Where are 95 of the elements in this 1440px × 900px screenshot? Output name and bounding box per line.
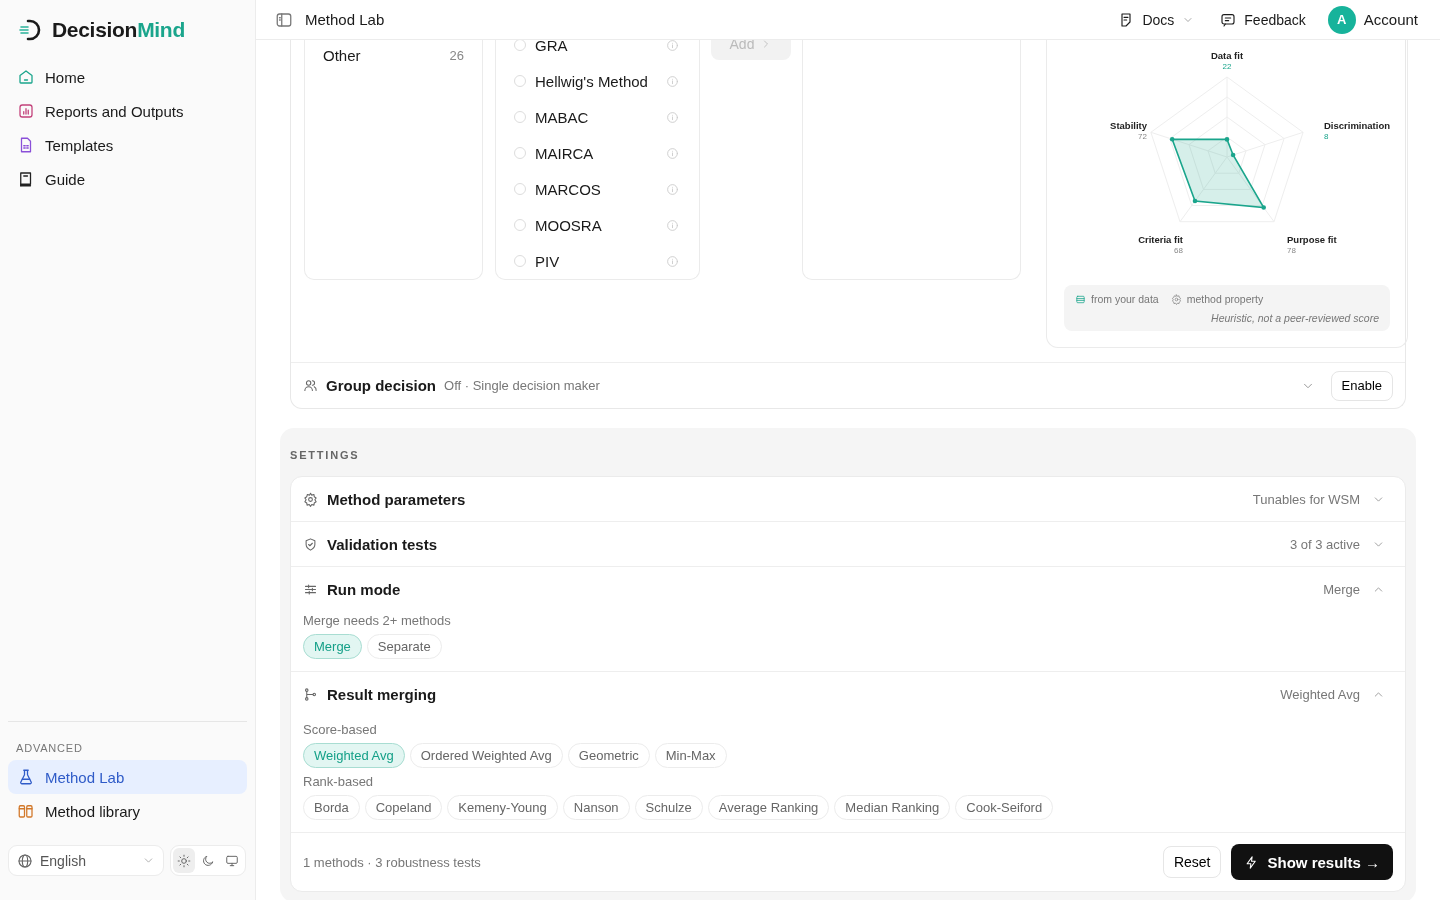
globe-icon xyxy=(17,852,33,869)
section-label: ADVANCED xyxy=(15,742,84,754)
info-icon xyxy=(666,40,679,52)
group-label: Score-based xyxy=(303,722,378,737)
method-name: MAIRCA xyxy=(535,144,595,162)
sun-icon xyxy=(177,853,191,868)
axis-label: Discrimination xyxy=(1324,120,1390,131)
nav-item[interactable]: Reports and Outputs xyxy=(8,94,247,128)
method-name: GRA xyxy=(535,40,569,54)
info-icon xyxy=(666,146,679,160)
reset-button[interactable]: Reset xyxy=(1162,846,1222,878)
option-chip[interactable]: Average Ranking xyxy=(707,795,830,820)
nav-item[interactable]: Method Lab xyxy=(8,760,247,794)
option-chip[interactable]: Kemeny-Young xyxy=(447,795,558,820)
feedback-link[interactable]: Feedback xyxy=(1220,11,1306,28)
category-count: 26 xyxy=(449,47,464,63)
nav-item[interactable]: Method library xyxy=(8,794,247,828)
option-chip[interactable]: Min-Max xyxy=(654,743,727,768)
axis-label: Stability xyxy=(1110,120,1147,131)
status-text: Off · Single decision maker xyxy=(444,378,600,393)
page-title: Method Lab xyxy=(305,11,385,28)
section-title: Run mode xyxy=(327,580,401,598)
monitor-icon xyxy=(225,853,239,868)
accordion-header[interactable]: Validation tests 3 of 3 active xyxy=(291,522,1405,566)
gear-icon xyxy=(1170,293,1182,305)
home-icon xyxy=(17,68,35,86)
section-summary: Weighted Avg xyxy=(1280,686,1360,702)
section-summary: Merge xyxy=(1323,581,1360,597)
users-icon xyxy=(303,378,318,393)
axis-label: Criteria fit xyxy=(1138,234,1183,245)
legend-label: from your data xyxy=(1091,293,1159,305)
section-summary: Tunables for WSM xyxy=(1252,491,1360,507)
chart-icon xyxy=(17,102,35,120)
language-select[interactable]: English xyxy=(8,845,164,876)
brand-name: DecisionMind xyxy=(52,18,185,42)
section-summary: 3 of 3 active xyxy=(1289,536,1360,552)
method-name: MOOSRA xyxy=(535,216,603,234)
info-icon xyxy=(666,254,679,268)
accordion-header[interactable]: Method parameters Tunables for WSM xyxy=(291,477,1405,521)
sun-theme-button[interactable] xyxy=(173,848,195,873)
section-title: Validation tests xyxy=(327,535,438,553)
table-icon xyxy=(1075,293,1086,305)
moon-icon xyxy=(201,853,215,868)
option-chip[interactable]: Schulze xyxy=(634,795,703,820)
axis-value: 78 xyxy=(1287,246,1296,255)
gear-icon xyxy=(303,491,318,507)
account-link[interactable]: Account xyxy=(1363,11,1418,28)
section-title: Group decision xyxy=(326,377,436,394)
books-icon xyxy=(17,802,35,820)
option-chip[interactable]: Median Ranking xyxy=(834,795,951,820)
sidebar-toggle-icon[interactable] xyxy=(275,10,293,29)
summary-text: 1 methods · 3 robustness tests xyxy=(303,854,481,870)
option-chip[interactable]: Nanson xyxy=(562,795,630,820)
legend-label: method property xyxy=(1186,293,1264,305)
info-icon xyxy=(666,110,679,124)
group-label: Rank-based xyxy=(303,774,375,789)
docs-menu[interactable]: Docs xyxy=(1118,11,1195,28)
axis-value: 72 xyxy=(1138,132,1147,141)
option-chip[interactable]: Borda xyxy=(303,795,360,820)
logo-icon xyxy=(18,18,42,42)
method-name: PIV xyxy=(535,252,561,270)
branch-icon xyxy=(303,686,318,702)
option-chip[interactable]: Geometric xyxy=(567,743,650,768)
section-title: Method parameters xyxy=(327,490,466,508)
axis-label: Purpose fit xyxy=(1287,234,1337,245)
nav-item[interactable]: Home xyxy=(8,60,247,94)
hint-text: Merge needs 2+ methods xyxy=(303,613,452,628)
chat-icon xyxy=(1220,11,1237,28)
axis-value: 8 xyxy=(1324,132,1329,141)
flask-icon xyxy=(17,768,35,786)
method-name: Hellwig's Method xyxy=(535,72,649,90)
option-chip[interactable]: Cook-Seiford xyxy=(955,795,1054,820)
note-text: Heuristic, not a peer-reviewed score xyxy=(1210,312,1379,324)
nav-item[interactable]: Guide xyxy=(8,162,247,196)
info-icon xyxy=(666,74,679,88)
show-results-button[interactable]: Show results → xyxy=(1231,844,1393,880)
info-icon xyxy=(666,182,679,196)
accordion-header[interactable]: Run mode Merge xyxy=(291,567,1405,611)
option-chip[interactable]: Copeland xyxy=(364,795,443,820)
axis-value: 68 xyxy=(1174,246,1183,255)
section-label: SETTINGS xyxy=(290,449,360,461)
accordion-header[interactable]: Result merging Weighted Avg xyxy=(291,672,1405,716)
option-chip[interactable]: Ordered Weighted Avg xyxy=(409,743,563,768)
nav-item[interactable]: Templates xyxy=(8,128,247,162)
section-title: Result merging xyxy=(327,685,437,703)
option-chip[interactable]: Separate xyxy=(366,634,442,659)
category-label: Other xyxy=(323,46,361,64)
shield-icon xyxy=(303,536,318,552)
axis-label: Data fit xyxy=(1210,50,1244,61)
category-item[interactable]: Other 26 xyxy=(305,40,482,70)
info-icon xyxy=(666,218,679,232)
enable-button[interactable]: Enable xyxy=(1330,370,1393,401)
method-name: MABAC xyxy=(535,108,590,126)
axis-value: 22 xyxy=(1222,62,1232,71)
method-name: MARCOS xyxy=(535,180,602,198)
